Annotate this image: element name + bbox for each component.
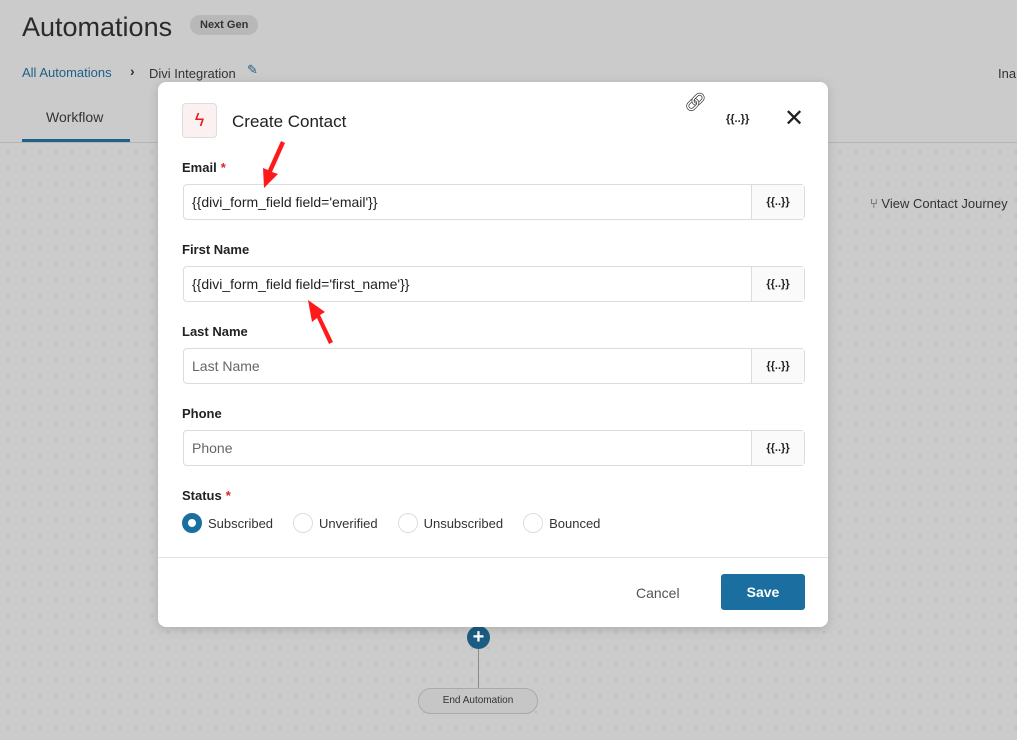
radio-unsubscribed[interactable]: Unsubscribed xyxy=(397,513,504,533)
phone-label: Phone xyxy=(182,406,222,421)
radio-subscribed[interactable]: Subscribed xyxy=(182,513,273,533)
status-label: Status * xyxy=(182,488,231,503)
end-automation-node: End Automation xyxy=(418,688,538,714)
radio-unverified[interactable]: Unverified xyxy=(293,513,378,533)
footer-divider xyxy=(158,557,828,558)
close-icon[interactable]: ✕ xyxy=(784,104,804,133)
breadcrumb-all-automations[interactable]: All Automations xyxy=(22,65,112,80)
email-field: {{..}} xyxy=(183,184,805,220)
page-title: Automations xyxy=(22,12,173,42)
radio-unchecked-icon xyxy=(523,513,544,533)
last-name-input[interactable] xyxy=(184,349,751,383)
first-name-merge-tag-button[interactable]: {{..}} xyxy=(751,267,804,301)
view-contact-journey-label: View Contact Journey xyxy=(881,196,1008,211)
radio-unchecked-icon xyxy=(293,513,314,533)
first-name-input[interactable] xyxy=(184,267,751,301)
radio-bounced[interactable]: Bounced xyxy=(523,513,600,533)
status-radio-group: Subscribed Unverified Unsubscribed Bounc… xyxy=(182,513,600,533)
lightning-icon: ϟ xyxy=(182,103,217,138)
tab-workflow[interactable]: Workflow xyxy=(46,109,103,125)
last-name-label: Last Name xyxy=(182,324,248,339)
email-merge-tag-button[interactable]: {{..}} xyxy=(751,185,804,219)
next-gen-badge: Next Gen xyxy=(190,15,259,35)
radio-unchecked-icon xyxy=(397,513,418,533)
email-label: Email * xyxy=(182,160,226,175)
fork-icon: ⑂ xyxy=(870,196,882,211)
view-contact-journey-button[interactable]: ⑂ View Contact Journey xyxy=(870,196,1008,211)
merge-tag-button[interactable]: {{..}} xyxy=(726,113,749,125)
link-icon[interactable]: 🔗︎ xyxy=(684,92,707,113)
phone-field: {{..}} xyxy=(183,430,805,466)
last-name-field: {{..}} xyxy=(183,348,805,384)
cancel-button[interactable]: Cancel xyxy=(636,585,680,601)
email-input[interactable] xyxy=(184,185,751,219)
radio-label: Unverified xyxy=(319,515,378,531)
first-name-field: {{..}} xyxy=(183,266,805,302)
create-contact-modal: ϟ Create Contact 🔗︎ {{..}} ✕ Email* {{..… xyxy=(158,82,828,627)
phone-merge-tag-button[interactable]: {{..}} xyxy=(751,431,804,465)
connector-line xyxy=(478,649,479,688)
radio-label: Bounced xyxy=(549,515,601,531)
add-step-button[interactable]: + xyxy=(467,626,490,649)
breadcrumb-current: Divi Integration xyxy=(149,66,236,81)
modal-title: Create Contact xyxy=(232,112,347,131)
phone-input[interactable] xyxy=(184,431,751,465)
radio-checked-icon xyxy=(182,513,202,533)
radio-label: Subscribed xyxy=(208,515,274,531)
pencil-icon[interactable]: ✎ xyxy=(247,62,258,78)
save-button[interactable]: Save xyxy=(721,574,805,610)
chevron-right-icon: › xyxy=(130,63,135,79)
automation-status[interactable]: Ina xyxy=(998,66,1016,81)
last-name-merge-tag-button[interactable]: {{..}} xyxy=(751,349,804,383)
radio-label: Unsubscribed xyxy=(423,515,504,531)
first-name-label: First Name xyxy=(182,242,250,257)
